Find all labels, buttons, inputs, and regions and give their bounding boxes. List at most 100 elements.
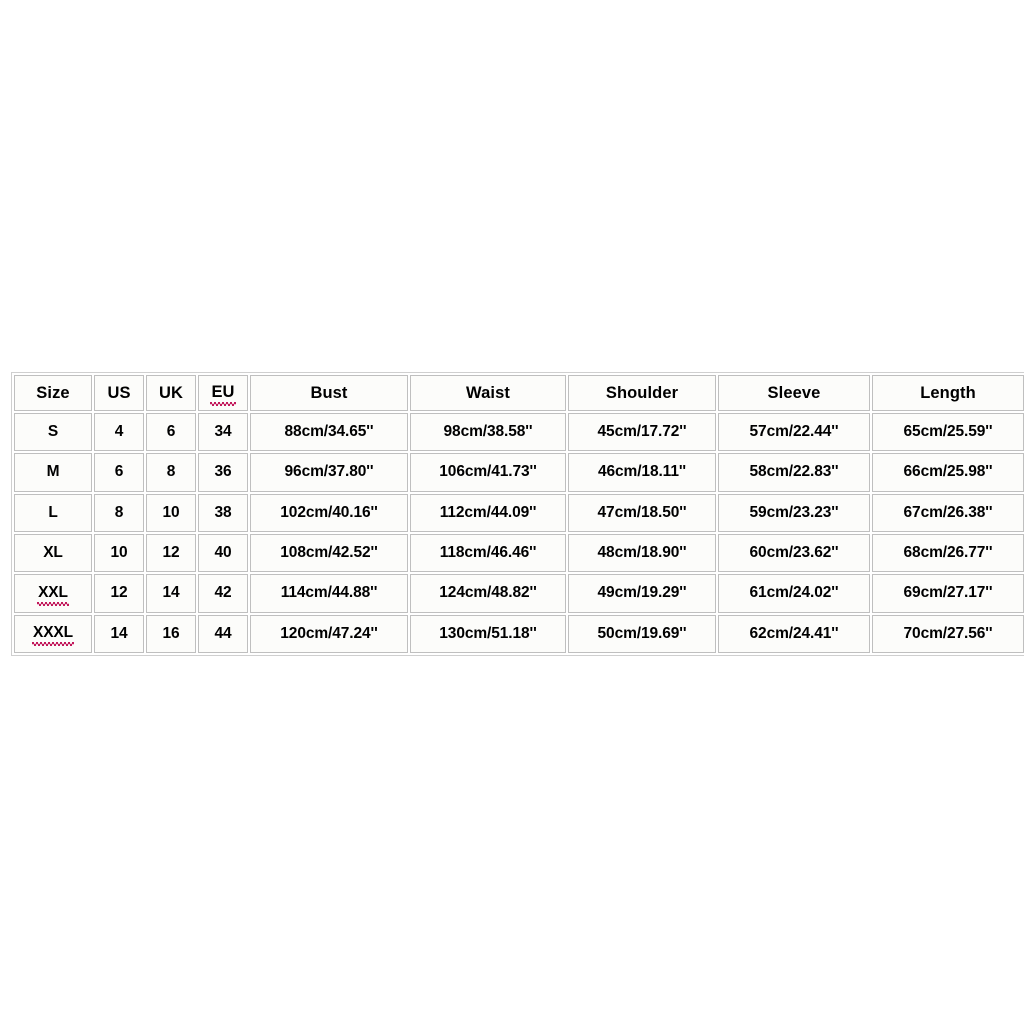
cell-length: 69cm/27.17'' [872,574,1024,613]
cell-bust: 108cm/42.52'' [250,533,408,573]
cell-length: 70cm/27.56'' [872,614,1024,653]
column-header-label: UK [158,383,184,402]
cell-value: 106cm/41.73'' [439,463,537,481]
column-header-label: US [107,383,131,402]
cell-waist: 112cm/44.09'' [410,493,566,532]
cell-uk: 12 [146,533,196,573]
table-header-row: Size US UK EU Bust Waist Shoulder Sleeve Length [14,375,1024,411]
column-header-uk: UK [146,375,196,411]
garment-size-chart-table: Size US UK EU Bust Waist Shoulder Sleeve Length … [11,372,1024,656]
cell-value: 70cm/27.56'' [903,624,993,642]
cell-bust: 102cm/40.16'' [250,493,408,532]
cell-value: 60cm/23.62'' [749,544,839,562]
cell-value: S [47,423,59,441]
column-header-label: Size [36,383,70,402]
cell-bust: 114cm/44.88'' [250,574,408,613]
cell-sleeve: 58cm/22.83'' [718,453,870,492]
cell-bust: 88cm/34.65'' [250,413,408,452]
cell-sleeve: 57cm/22.44'' [718,413,870,452]
cell-us: 8 [94,493,144,532]
cell-value: 69cm/27.17'' [903,584,993,602]
cell-shoulder: 46cm/18.11'' [568,453,716,492]
cell-value: 88cm/34.65'' [284,423,374,441]
cell-value: 4 [114,423,124,441]
cell-sleeve: 60cm/23.62'' [718,533,870,573]
column-header-label: Bust [310,383,348,402]
table-row: XL 10 12 40 108cm/42.52'' 118cm/46.46'' 48cm/1… [14,533,1024,573]
cell-eu: 44 [198,614,248,653]
cell-bust: 120cm/47.24'' [250,614,408,653]
cell-uk: 16 [146,614,196,653]
cell-value: 45cm/17.72'' [597,423,687,441]
cell-shoulder: 50cm/19.69'' [568,614,716,653]
column-header-waist: Waist [410,375,566,411]
column-header-label: Waist [466,383,510,402]
cell-value: 16 [162,624,180,642]
table-row: XXXL 14 16 44 120cm/47.24'' 130cm/51.18'' 50cm… [14,614,1024,653]
cell-value: 10 [162,503,180,521]
cell-value: 48cm/18.90'' [597,544,687,562]
cell-value: 14 [110,624,128,642]
cell-value: 124cm/48.82'' [439,584,537,602]
cell-eu: 38 [198,493,248,532]
cell-value: 44 [214,624,232,642]
column-header-bust: Bust [250,375,408,411]
cell-uk: 6 [146,413,196,452]
column-header-label: EU [210,383,236,406]
cell-size: XL [14,533,92,573]
cell-value: 108cm/42.52'' [280,544,378,562]
cell-value: 59cm/23.23'' [749,503,839,521]
cell-us: 4 [94,413,144,452]
table-row: L 8 10 38 102cm/40.16'' 112cm/44.09'' 47cm/18.… [14,493,1024,532]
column-header-us: US [94,375,144,411]
cell-value: 61cm/24.02'' [749,584,839,602]
table-row: S 4 6 34 88cm/34.65'' 98cm/38.58'' 45cm/17.72'… [14,413,1024,452]
cell-sleeve: 59cm/23.23'' [718,493,870,532]
cell-value: XXL [37,583,69,606]
cell-value: 58cm/22.83'' [749,463,839,481]
cell-value: M [46,463,60,481]
cell-waist: 98cm/38.58'' [410,413,566,452]
column-header-shoulder: Shoulder [568,375,716,411]
table-row: M 6 8 36 96cm/37.80'' 106cm/41.73'' 46cm/18.11… [14,453,1024,492]
cell-value: 38 [214,503,232,521]
cell-waist: 130cm/51.18'' [410,614,566,653]
cell-value: 12 [110,584,128,602]
cell-length: 68cm/26.77'' [872,533,1024,573]
cell-waist: 118cm/46.46'' [410,533,566,573]
cell-shoulder: 49cm/19.29'' [568,574,716,613]
cell-value: 42 [214,584,232,602]
cell-value: 49cm/19.29'' [597,584,687,602]
cell-value: 66cm/25.98'' [903,463,993,481]
cell-us: 12 [94,574,144,613]
cell-value: 14 [162,584,180,602]
cell-value: 36 [214,463,232,481]
cell-value: 12 [162,544,180,562]
cell-us: 14 [94,614,144,653]
cell-waist: 106cm/41.73'' [410,453,566,492]
cell-length: 65cm/25.59'' [872,413,1024,452]
cell-size: S [14,413,92,452]
cell-value: XL [43,544,63,562]
cell-value: 46cm/18.11'' [597,463,687,481]
cell-size: M [14,453,92,492]
cell-eu: 42 [198,574,248,613]
cell-value: 47cm/18.50'' [597,503,687,521]
column-header-label: Sleeve [767,383,821,402]
cell-length: 67cm/26.38'' [872,493,1024,532]
cell-eu: 40 [198,533,248,573]
column-header-label: Length [920,383,976,402]
cell-bust: 96cm/37.80'' [250,453,408,492]
cell-eu: 34 [198,413,248,452]
size-chart-container: Size US UK EU Bust Waist Shoulder Sleeve Length … [11,372,1024,656]
cell-value: XXXL [31,624,75,647]
cell-value: 50cm/19.69'' [597,624,687,642]
table-body: S 4 6 34 88cm/34.65'' 98cm/38.58'' 45cm/17.72'… [14,413,1024,653]
table-header: Size US UK EU Bust Waist Shoulder Sleeve Length [14,375,1024,411]
cell-value: 118cm/46.46'' [439,544,537,562]
cell-value: 8 [166,463,176,481]
cell-value: L [48,503,58,521]
cell-value: 65cm/25.59'' [903,423,993,441]
cell-value: 112cm/44.09'' [439,503,537,521]
cell-value: 6 [114,463,124,481]
